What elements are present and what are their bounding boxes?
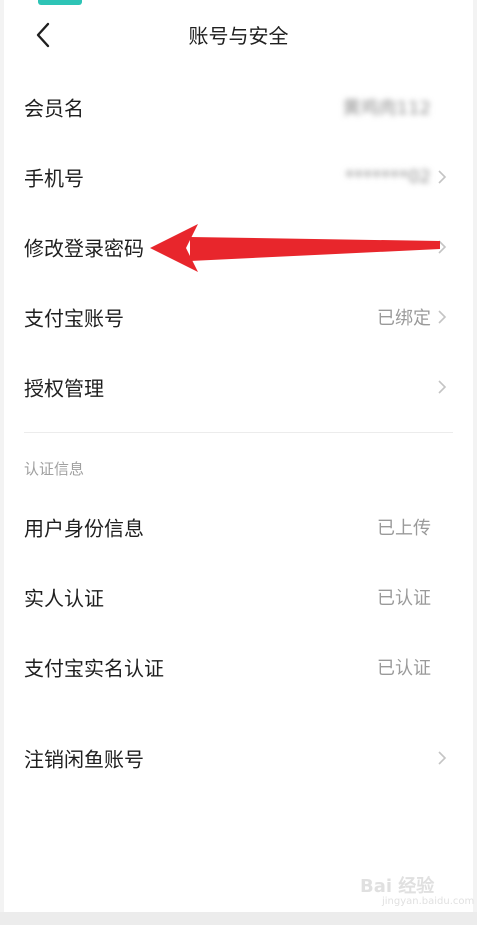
cancel-account-label: 注销闲鱼账号 bbox=[24, 747, 144, 772]
account-security-page: 账号与安全 会员名 黄鸡肉112 手机号 *******02 修改登录密码 支付… bbox=[4, 0, 473, 912]
verification-section-title: 认证信息 bbox=[24, 460, 85, 478]
member-name-row: 会员名 黄鸡肉112 bbox=[4, 72, 473, 142]
phone-row[interactable]: 手机号 *******02 bbox=[4, 142, 473, 212]
alipay-realname-status: 已认证 bbox=[377, 658, 431, 679]
chevron-right-icon bbox=[438, 380, 447, 394]
chevron-right-icon bbox=[438, 170, 447, 184]
phone-label: 手机号 bbox=[24, 166, 84, 191]
change-password-row[interactable]: 修改登录密码 bbox=[4, 212, 473, 282]
watermark-subtext: jingyan.baidu.com bbox=[382, 896, 475, 907]
member-name-label: 会员名 bbox=[24, 96, 84, 121]
realname-verification-row: 实人认证 已认证 bbox=[4, 562, 473, 632]
page-title: 账号与安全 bbox=[188, 24, 289, 48]
navigation-bar: 账号与安全 bbox=[4, 0, 473, 70]
alipay-account-label: 支付宝账号 bbox=[24, 306, 124, 331]
alipay-realname-label: 支付宝实名认证 bbox=[24, 656, 164, 681]
realname-verification-status: 已认证 bbox=[377, 588, 431, 609]
identity-info-status: 已上传 bbox=[377, 518, 431, 539]
member-name-value: 黄鸡肉112 bbox=[342, 98, 431, 119]
identity-info-label: 用户身份信息 bbox=[24, 516, 144, 541]
change-password-label: 修改登录密码 bbox=[24, 236, 144, 261]
alipay-realname-row: 支付宝实名认证 已认证 bbox=[4, 632, 473, 702]
alipay-account-status: 已绑定 bbox=[377, 308, 431, 329]
authorization-row[interactable]: 授权管理 bbox=[4, 352, 473, 422]
realname-verification-label: 实人认证 bbox=[24, 586, 104, 611]
identity-info-row: 用户身份信息 已上传 bbox=[4, 492, 473, 562]
chevron-right-icon bbox=[438, 240, 447, 254]
bottom-background-strip bbox=[0, 912, 477, 925]
authorization-label: 授权管理 bbox=[24, 376, 104, 401]
baidu-jingyan-watermark: Bai 经验 jingyan.baidu.com bbox=[360, 868, 475, 912]
chevron-right-icon bbox=[438, 310, 447, 324]
section-divider bbox=[24, 432, 453, 433]
phone-value: *******02 bbox=[345, 166, 431, 188]
cancel-account-row[interactable]: 注销闲鱼账号 bbox=[4, 723, 473, 793]
watermark-text: Bai 经验 bbox=[360, 876, 435, 897]
chevron-right-icon bbox=[438, 751, 447, 765]
alipay-account-row[interactable]: 支付宝账号 已绑定 bbox=[4, 282, 473, 352]
